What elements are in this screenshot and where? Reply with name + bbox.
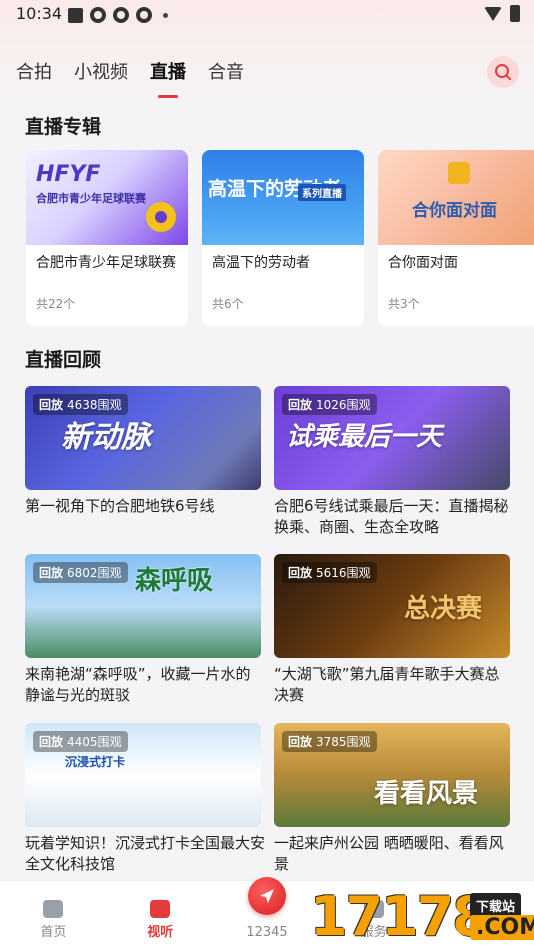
tab-short-video[interactable]: 小视频 xyxy=(74,58,128,84)
replay-tag: 回放 xyxy=(39,735,64,749)
watermark-com: .COM xyxy=(470,915,534,940)
soccer-ball-icon xyxy=(146,202,176,232)
review-card[interactable]: 试乘最后一天 回放 1026围观 合肥6号线试乘最后一天：直播揭秘换乘、商圈、生… xyxy=(274,386,510,538)
view-count: 6802围观 xyxy=(67,566,122,580)
tab-hepai[interactable]: 合拍 xyxy=(16,58,52,84)
review-card[interactable]: 看看风景 回放 3785围观 一起来庐州公园 晒晒暖阳、看看风景 xyxy=(274,723,510,875)
battery-icon xyxy=(510,5,520,22)
send-icon xyxy=(259,889,274,903)
album-title: 高温下的劳动者 xyxy=(212,255,310,271)
replay-badge: 回放 3785围观 xyxy=(282,731,377,752)
nav-video[interactable]: 视听 xyxy=(107,881,214,950)
search-icon xyxy=(495,64,511,80)
replay-badge: 回放 4638围观 xyxy=(33,394,128,415)
notification-app-icon xyxy=(113,7,129,23)
review-card[interactable]: 总决赛 回放 5616围观 “大湖飞歌”第九届青年歌手大赛总决赛 xyxy=(274,554,510,706)
review-thumb-title: 森呼吸 xyxy=(135,566,214,596)
replay-badge: 回放 4405围观 xyxy=(33,731,128,752)
review-thumb-title: 沉浸式打卡 xyxy=(65,755,126,769)
watermark-logo: 17178 xyxy=(310,885,490,948)
more-notifications-dot-icon xyxy=(163,12,168,18)
album-thumb-title: HFYF xyxy=(36,162,101,187)
review-card[interactable]: 沉浸式打卡 回放 4405围观 玩着学知识！沉浸式打卡全国最大安全文化科技馆 xyxy=(25,723,265,875)
album-title: 合肥市青少年足球联赛 xyxy=(36,255,176,271)
view-count: 4638围观 xyxy=(67,398,122,412)
replay-badge: 回放 1026围观 xyxy=(282,394,377,415)
view-count: 1026围观 xyxy=(316,398,371,412)
album-count: 共3个 xyxy=(388,297,420,311)
replay-badge: 回放 6802围观 xyxy=(33,562,128,583)
review-thumb-title: 总决赛 xyxy=(404,594,483,624)
review-title: “大湖飞歌”第九届青年歌手大赛总决赛 xyxy=(274,665,500,704)
review-thumbnail: 沉浸式打卡 回放 4405围观 xyxy=(25,723,261,827)
replay-tag: 回放 xyxy=(39,566,64,580)
album-thumbnail: 高温下的劳动者 系列直播 xyxy=(202,150,364,245)
search-button[interactable] xyxy=(487,56,519,88)
review-thumbnail: 看看风景 回放 3785围观 xyxy=(274,723,510,827)
status-bar: 10:34 xyxy=(0,0,534,30)
album-count: 共22个 xyxy=(36,297,76,311)
replay-badge: 回放 5616围观 xyxy=(282,562,377,583)
review-title: 第一视角下的合肥地铁6号线 xyxy=(25,497,215,515)
album-thumbnail: HFYF 合肥市青少年足球联赛 xyxy=(26,150,188,245)
wifi-icon xyxy=(484,6,502,21)
albums-section-title: 直播专辑 xyxy=(25,116,102,138)
top-tabs: 合拍 小视频 直播 合音 xyxy=(16,58,244,84)
hotline-button xyxy=(247,877,286,915)
nav-home[interactable]: 首页 xyxy=(0,881,107,950)
album-logo-icon xyxy=(448,162,470,184)
home-icon xyxy=(43,900,64,918)
album-card[interactable]: 合你面对面 合你面对面 共3个 xyxy=(378,150,534,326)
album-thumb-subtitle: 合肥市青少年足球联赛 xyxy=(36,192,146,205)
notification-app-icon xyxy=(90,7,106,23)
album-thumb-title: 合你面对面 xyxy=(412,201,497,221)
review-title: 玩着学知识！沉浸式打卡全国最大安全文化科技馆 xyxy=(25,834,266,873)
replay-tag: 回放 xyxy=(288,398,313,412)
review-card[interactable]: 森呼吸 回放 6802围观 来南艳湖“森呼吸”，收藏一片水的静谧与光的斑驳 xyxy=(25,554,261,706)
review-thumbnail: 总决赛 回放 5616围观 xyxy=(274,554,510,658)
tab-heyin[interactable]: 合音 xyxy=(208,58,244,84)
review-thumbnail: 试乘最后一天 回放 1026围观 xyxy=(274,386,510,490)
notification-square-icon xyxy=(68,7,83,23)
album-card[interactable]: HFYF 合肥市青少年足球联赛 合肥市青少年足球联赛 共22个 xyxy=(26,150,188,326)
nav-label: 12345 xyxy=(246,925,288,940)
album-title: 合你面对面 xyxy=(388,255,458,271)
album-count: 共6个 xyxy=(212,297,244,311)
tab-live[interactable]: 直播 xyxy=(150,58,186,84)
albums-carousel[interactable]: HFYF 合肥市青少年足球联赛 合肥市青少年足球联赛 共22个 高温下的劳动者 … xyxy=(26,150,534,330)
replay-tag: 回放 xyxy=(288,735,313,749)
review-title: 一起来庐州公园 晒晒暖阳、看看风景 xyxy=(274,834,504,873)
review-card[interactable]: 新动脉 回放 4638围观 第一视角下的合肥地铁6号线 xyxy=(25,386,261,517)
nav-label: 首页 xyxy=(40,925,67,940)
status-right xyxy=(484,5,520,22)
album-card[interactable]: 高温下的劳动者 系列直播 高温下的劳动者 共6个 xyxy=(202,150,364,326)
status-notification-icons xyxy=(68,7,168,23)
notification-app-icon xyxy=(136,7,152,23)
replay-tag: 回放 xyxy=(39,398,64,412)
status-time: 10:34 xyxy=(16,4,63,23)
album-thumb-subtitle: 系列直播 xyxy=(298,184,346,201)
nav-12345[interactable]: 12345 xyxy=(214,877,321,950)
review-thumb-title: 新动脉 xyxy=(61,420,151,455)
replay-tag: 回放 xyxy=(288,566,313,580)
review-title: 来南艳湖“森呼吸”，收藏一片水的静谧与光的斑驳 xyxy=(25,665,251,704)
album-thumbnail: 合你面对面 xyxy=(378,150,534,245)
review-thumb-title: 试乘最后一天 xyxy=(286,422,443,452)
review-section-title: 直播回顾 xyxy=(25,349,102,371)
view-count: 4405围观 xyxy=(67,735,122,749)
view-count: 3785围观 xyxy=(316,735,371,749)
review-thumbnail: 新动脉 回放 4638围观 xyxy=(25,386,261,490)
nav-label: 视听 xyxy=(147,925,174,940)
review-thumb-title: 看看风景 xyxy=(374,779,479,809)
view-count: 5616围观 xyxy=(316,566,371,580)
review-title: 合肥6号线试乘最后一天：直播揭秘换乘、商圈、生态全攻略 xyxy=(274,497,509,536)
review-thumbnail: 森呼吸 回放 6802围观 xyxy=(25,554,261,658)
play-icon xyxy=(150,900,171,918)
